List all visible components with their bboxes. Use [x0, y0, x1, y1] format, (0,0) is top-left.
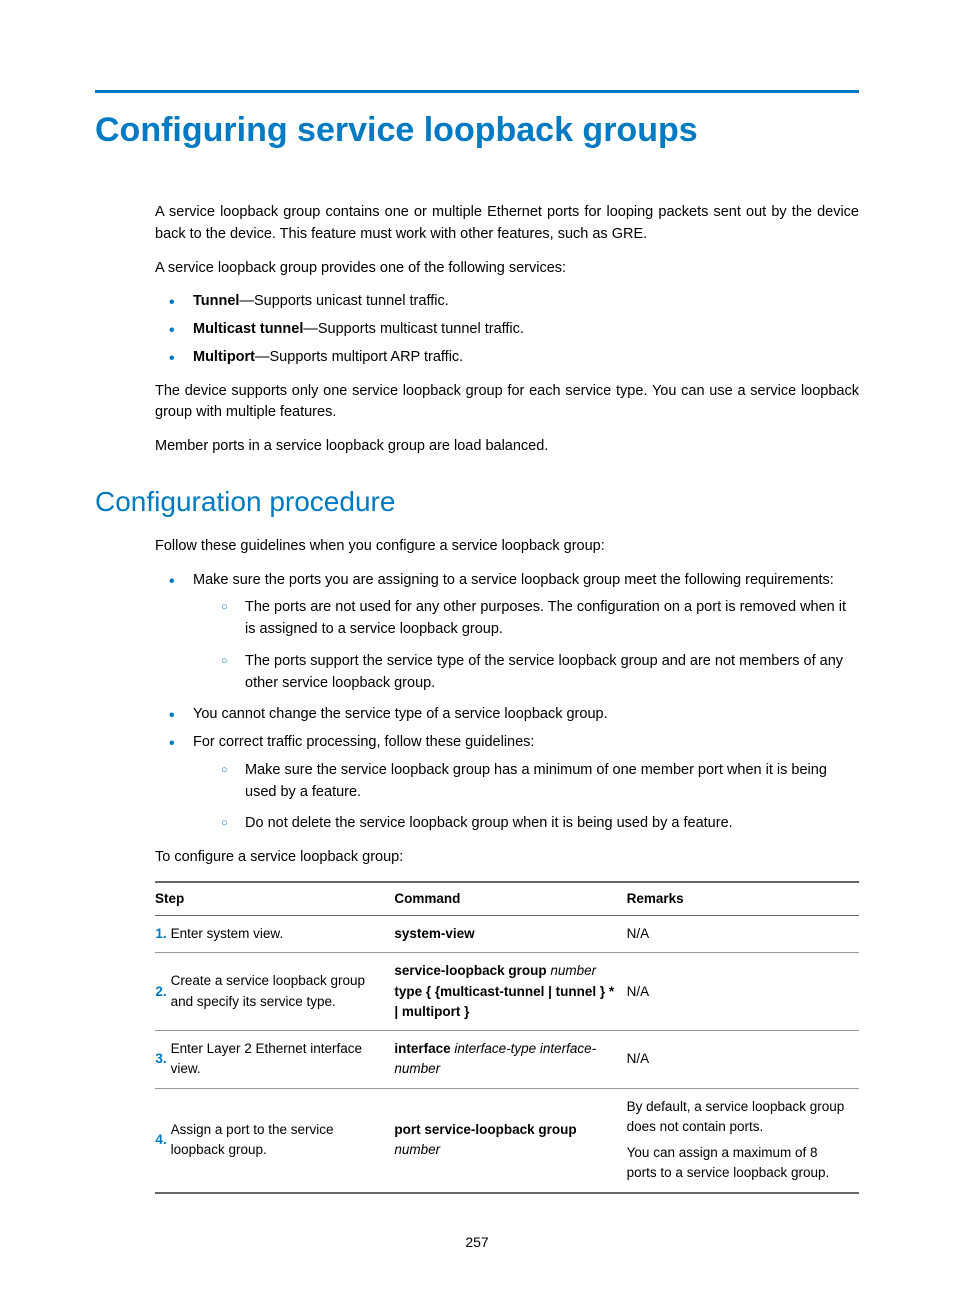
step-desc: Assign a port to the service loopback gr… [171, 1088, 395, 1193]
intro-paragraph-4: Member ports in a service loopback group… [155, 436, 859, 458]
page-number: 257 [0, 1234, 954, 1250]
intro-paragraph-3: The device supports only one service loo… [155, 381, 859, 425]
table-row: 3. Enter Layer 2 Ethernet interface view… [155, 1031, 859, 1089]
step-number: 3. [155, 1031, 171, 1089]
section-body: Follow these guidelines when you configu… [95, 536, 859, 1194]
term: Multiport [193, 349, 255, 365]
desc: —Supports unicast tunnel traffic. [239, 293, 448, 309]
list-item: Do not delete the service loopback group… [221, 813, 859, 835]
guideline-text: For correct traffic processing, follow t… [193, 734, 534, 750]
step-number: 2. [155, 953, 171, 1031]
cmd-ital: number [550, 963, 596, 978]
intro-paragraph-1: A service loopback group contains one or… [155, 202, 859, 246]
cmd-bold: type { {multicast-tunnel | tunnel } * | … [394, 984, 614, 1019]
list-item: Make sure the service loopback group has… [221, 760, 859, 804]
configure-intro: To configure a service loopback group: [155, 847, 859, 869]
services-list: Tunnel—Supports unicast tunnel traffic. … [155, 291, 859, 368]
remarks-p1: By default, a service loopback group doe… [627, 1097, 851, 1138]
term: Multicast tunnel [193, 321, 303, 337]
list-item: The ports are not used for any other pur… [221, 597, 859, 641]
guidelines-intro: Follow these guidelines when you configu… [155, 536, 859, 558]
desc: —Supports multiport ARP traffic. [255, 349, 463, 365]
command-cell: system-view [394, 916, 626, 953]
remarks-p2: You can assign a maximum of 8 ports to a… [627, 1143, 851, 1184]
term: Tunnel [193, 293, 239, 309]
step-number: 1. [155, 916, 171, 953]
list-item: For correct traffic processing, follow t… [169, 732, 859, 835]
list-item: Tunnel—Supports unicast tunnel traffic. [169, 291, 859, 313]
procedure-table: Step Command Remarks 1. Enter system vie… [155, 881, 859, 1194]
command-cell: interface interface-type interface-numbe… [394, 1031, 626, 1089]
sub-list: Make sure the service loopback group has… [193, 760, 859, 835]
cmd-bold: system-view [394, 926, 474, 941]
guidelines-list: Make sure the ports you are assigning to… [155, 570, 859, 836]
table-row: 1. Enter system view. system-view N/A [155, 916, 859, 953]
remarks-cell: N/A [627, 953, 859, 1031]
th-remarks: Remarks [627, 882, 859, 916]
remarks-cell: By default, a service loopback group doe… [627, 1088, 859, 1193]
top-rule [95, 90, 859, 93]
remarks-cell: N/A [627, 916, 859, 953]
page-title: Configuring service loopback groups [95, 111, 859, 150]
cmd-ital: number [394, 1142, 440, 1157]
body-content: A service loopback group contains one or… [95, 202, 859, 458]
intro-paragraph-2: A service loopback group provides one of… [155, 258, 859, 280]
list-item: Make sure the ports you are assigning to… [169, 570, 859, 695]
section-title: Configuration procedure [95, 486, 859, 518]
step-desc: Enter system view. [171, 916, 395, 953]
th-step: Step [155, 882, 394, 916]
table-row: 2. Create a service loopback group and s… [155, 953, 859, 1031]
command-cell: port service-loopback group number [394, 1088, 626, 1193]
desc: —Supports multicast tunnel traffic. [303, 321, 524, 337]
command-cell: service-loopback group number type { {mu… [394, 953, 626, 1031]
step-desc: Enter Layer 2 Ethernet interface view. [171, 1031, 395, 1089]
list-item: The ports support the service type of th… [221, 651, 859, 695]
list-item: Multicast tunnel—Supports multicast tunn… [169, 319, 859, 341]
th-command: Command [394, 882, 626, 916]
cmd-bold: port service-loopback group [394, 1122, 576, 1137]
guideline-text: Make sure the ports you are assigning to… [193, 572, 834, 588]
list-item: You cannot change the service type of a … [169, 704, 859, 726]
step-desc: Create a service loopback group and spec… [171, 953, 395, 1031]
cmd-bold: interface [394, 1041, 454, 1056]
sub-list: The ports are not used for any other pur… [193, 597, 859, 694]
remarks-cell: N/A [627, 1031, 859, 1089]
list-item: Multiport—Supports multiport ARP traffic… [169, 347, 859, 369]
table-row: 4. Assign a port to the service loopback… [155, 1088, 859, 1193]
step-number: 4. [155, 1088, 171, 1193]
cmd-bold: service-loopback group [394, 963, 550, 978]
